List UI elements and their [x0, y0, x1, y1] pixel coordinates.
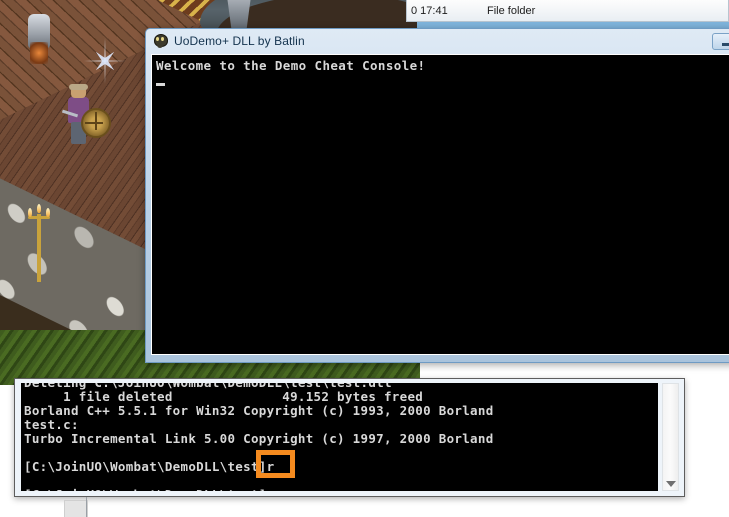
candelabra-icon — [26, 196, 52, 282]
demo-console-text: Welcome to the Demo Cheat Console! — [156, 58, 426, 73]
demo-window-title: UoDemo+ DLL by Batlin — [174, 34, 305, 48]
explorer-type-cell: File folder — [487, 4, 536, 17]
lantern-glow — [30, 42, 48, 64]
demo-window-titlebar[interactable]: UoDemo+ DLL by Batlin — [146, 29, 729, 53]
desktop-bottom-white — [0, 497, 729, 517]
console-caret — [156, 83, 165, 86]
uodemo-dll-window[interactable]: UoDemo+ DLL by Batlin Welcome to the Dem… — [145, 28, 729, 363]
skull-icon — [152, 33, 168, 49]
explorer-date-cell: 0 17:41 — [411, 4, 448, 17]
minimize-button[interactable] — [712, 33, 729, 50]
desktop-right-white — [686, 363, 729, 517]
player-avatar — [61, 84, 111, 148]
screen-root: 0 17:41 File folder UoDemo+ DLL by Batli… — [0, 0, 729, 517]
explorer-details-row[interactable]: 0 17:41 File folder — [406, 0, 729, 22]
minimize-icon — [721, 43, 729, 46]
build-console-surface[interactable]: Deleting C:\JoinUO\Wombat\DemoDLL\test\t… — [21, 383, 658, 491]
demo-console-surface[interactable]: Welcome to the Demo Cheat Console! — [151, 54, 729, 355]
taskbar-divider — [86, 497, 87, 517]
vertical-scrollbar[interactable] — [662, 383, 679, 491]
shield-icon — [81, 108, 111, 138]
taskbar-fragment[interactable] — [64, 500, 88, 517]
sparkle-effect-icon — [84, 38, 126, 84]
build-console-window[interactable]: Deleting C:\JoinUO\Wombat\DemoDLL\test\t… — [14, 378, 685, 497]
chevron-down-icon[interactable] — [665, 481, 676, 487]
build-console-text: Deleting C:\JoinUO\Wombat\DemoDLL\test\t… — [24, 383, 494, 491]
